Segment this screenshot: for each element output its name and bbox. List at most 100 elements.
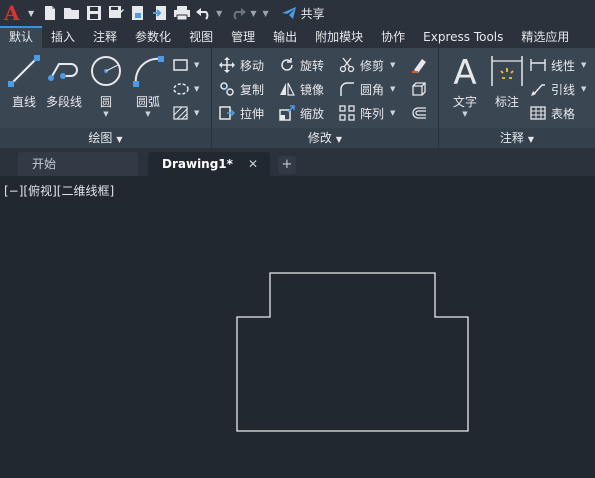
- drawing-canvas[interactable]: [−][俯视][二维线框]: [0, 176, 595, 478]
- leader-button[interactable]: 引线 ▼: [529, 78, 586, 100]
- trim-dropdown-icon[interactable]: ▼: [390, 61, 395, 69]
- open-web-icon[interactable]: [128, 3, 148, 23]
- tab-featured-apps[interactable]: 精选应用: [512, 26, 578, 48]
- drawing-tab-label: Drawing1*: [162, 157, 233, 171]
- arc-tool-button[interactable]: 圆弧 ▼: [128, 54, 168, 118]
- scale-tool-button[interactable]: 缩放: [278, 102, 324, 124]
- tab-addins[interactable]: 附加模块: [306, 26, 372, 48]
- start-tab-label: 开始: [32, 157, 57, 171]
- dimension-tool-button[interactable]: 标注: [487, 54, 527, 110]
- save-web-icon[interactable]: [150, 3, 170, 23]
- annotation-panel-title[interactable]: 注释 ▼: [439, 128, 595, 148]
- hatch-tool-button[interactable]: ▼: [172, 78, 199, 100]
- ribbon: 直线 多段线 圆 ▼ 圆弧 ▼ ▼ ▼ ▼ 绘图 ▼ 移动 复制 拉伸 旋转 镜…: [0, 48, 595, 148]
- arc-dropdown-icon[interactable]: ▼: [128, 110, 168, 118]
- tab-output[interactable]: 输出: [264, 26, 306, 48]
- array-dropdown-icon[interactable]: ▼: [390, 109, 395, 117]
- customize-toolbar-icon[interactable]: ▼: [262, 9, 268, 18]
- drawing-tab[interactable]: Drawing1* ✕: [148, 152, 270, 176]
- share-button[interactable]: 共享: [281, 5, 325, 22]
- ribbon-tabs: 默认 插入 注释 参数化 视图 管理 输出 附加模块 协作 Express To…: [0, 26, 595, 48]
- close-tab-icon[interactable]: ✕: [248, 152, 258, 176]
- tab-manage[interactable]: 管理: [222, 26, 264, 48]
- linear-dim-icon: [529, 56, 547, 74]
- polyline-tool-button[interactable]: 多段线: [44, 54, 84, 110]
- stretch-icon: [218, 104, 236, 122]
- erase-tool-button[interactable]: [410, 54, 432, 76]
- fillet-icon: [338, 80, 356, 98]
- circle-label: 圆: [99, 95, 112, 109]
- leader-dropdown-icon[interactable]: ▼: [581, 85, 586, 93]
- tab-view[interactable]: 视图: [180, 26, 222, 48]
- array-tool-button[interactable]: 阵列 ▼: [338, 102, 395, 124]
- hatch-dropdown-icon[interactable]: ▼: [194, 109, 199, 117]
- tab-parametric[interactable]: 参数化: [126, 26, 180, 48]
- trim-label: 修剪: [360, 58, 385, 73]
- linear-dropdown-icon[interactable]: ▼: [581, 61, 586, 69]
- explode-cube-icon: [410, 80, 428, 98]
- tab-annotate[interactable]: 注释: [84, 26, 126, 48]
- share-label: 共享: [300, 6, 325, 21]
- text-tool-button[interactable]: A 文字 ▼: [445, 53, 485, 118]
- table-button[interactable]: 表格: [529, 102, 575, 124]
- tab-default[interactable]: 默认: [0, 26, 43, 48]
- fillet-tool-button[interactable]: 圆角 ▼: [338, 78, 395, 100]
- draw-panel-expand-icon: ▼: [116, 135, 123, 144]
- move-tool-button[interactable]: 移动: [218, 54, 264, 76]
- annotation-panel-expand-icon: ▼: [527, 135, 535, 144]
- rectangle-dropdown-icon[interactable]: ▼: [194, 61, 199, 69]
- draw-panel-title[interactable]: 绘图 ▼: [0, 128, 211, 148]
- quick-access-toolbar: A ▼ ▼ ▼ ▼ 共享: [0, 0, 595, 26]
- open-folder-icon[interactable]: [62, 3, 82, 23]
- plot-printer-icon[interactable]: [172, 3, 192, 23]
- app-menu-dropdown-icon[interactable]: ▼: [28, 9, 34, 18]
- modify-panel-title-text: 修改: [307, 131, 332, 145]
- redo-dropdown-icon[interactable]: ▼: [250, 9, 256, 18]
- mirror-label: 镜像: [300, 82, 325, 97]
- trim-tool-button[interactable]: 修剪 ▼: [338, 54, 395, 76]
- text-a-icon: A: [453, 53, 476, 93]
- move-label: 移动: [240, 58, 265, 73]
- tab-express-tools[interactable]: Express Tools: [414, 26, 512, 48]
- modify-panel-expand-icon: ▼: [335, 135, 343, 144]
- annotation-panel-title-text: 注释: [499, 131, 524, 145]
- circle-tool-button[interactable]: 圆 ▼: [86, 54, 126, 118]
- explode-tool-button[interactable]: [410, 78, 432, 100]
- fillet-dropdown-icon[interactable]: ▼: [390, 85, 395, 93]
- circle-dropdown-icon[interactable]: ▼: [86, 110, 126, 118]
- linear-dim-button[interactable]: 线性 ▼: [529, 54, 586, 76]
- leader-icon: [529, 80, 547, 98]
- modify-panel-title[interactable]: 修改 ▼: [212, 128, 438, 148]
- undo-dropdown-icon[interactable]: ▼: [216, 9, 222, 18]
- line-icon: [8, 55, 40, 87]
- ellipse-dropdown-icon[interactable]: ▼: [194, 85, 199, 93]
- rotate-tool-button[interactable]: 旋转: [278, 54, 324, 76]
- tab-insert[interactable]: 插入: [42, 26, 84, 48]
- start-tab[interactable]: 开始: [18, 152, 138, 176]
- scale-label: 缩放: [300, 106, 325, 121]
- new-file-icon[interactable]: [40, 3, 60, 23]
- leader-label: 引线: [551, 82, 576, 97]
- stretch-tool-button[interactable]: 拉伸: [218, 102, 264, 124]
- rectangle-tool-button[interactable]: ▼: [172, 54, 199, 76]
- mirror-icon: [278, 80, 296, 98]
- linear-label: 线性: [551, 58, 576, 73]
- save-icon[interactable]: [84, 3, 104, 23]
- hatch-icon: [172, 104, 190, 122]
- text-dropdown-icon[interactable]: ▼: [445, 110, 485, 118]
- drawn-polyline-shape[interactable]: [236, 272, 469, 432]
- rectangle-icon: [172, 56, 190, 74]
- mirror-tool-button[interactable]: 镜像: [278, 78, 324, 100]
- undo-icon[interactable]: [194, 3, 214, 23]
- copy-tool-button[interactable]: 复制: [218, 78, 264, 100]
- redo-icon[interactable]: [228, 3, 248, 23]
- new-tab-plus-icon[interactable]: +: [278, 156, 296, 174]
- app-menu-icon[interactable]: A: [4, 2, 26, 24]
- offset-tool-button[interactable]: [410, 102, 432, 124]
- line-tool-button[interactable]: 直线: [4, 54, 44, 110]
- save-as-icon[interactable]: [106, 3, 126, 23]
- copy-icon: [218, 80, 236, 98]
- hatch-pattern-button[interactable]: ▼: [172, 102, 199, 124]
- eraser-icon: [410, 56, 428, 74]
- tab-collaborate[interactable]: 协作: [372, 26, 414, 48]
